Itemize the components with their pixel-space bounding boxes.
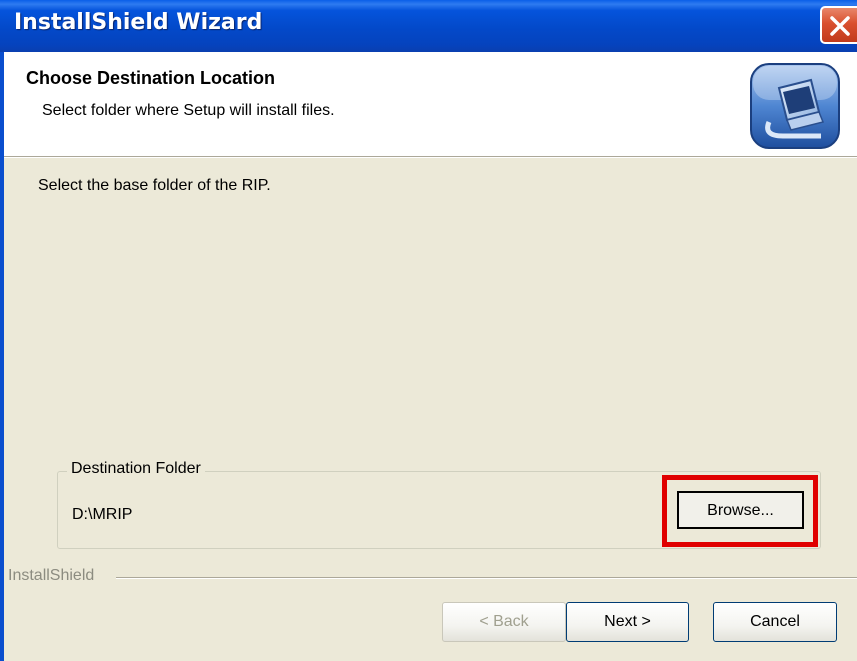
destination-path: D:\MRIP — [72, 506, 133, 523]
window-left-border — [0, 156, 4, 661]
header-panel: Choose Destination Location Select folde… — [0, 52, 857, 156]
installshield-brand: InstallShield — [8, 567, 101, 585]
title-bar[interactable]: InstallShield Wizard — [0, 0, 857, 52]
page-subtitle: Select folder where Setup will install f… — [42, 102, 335, 119]
computer-setup-icon — [750, 63, 840, 149]
browse-button[interactable]: Browse... — [677, 491, 804, 529]
next-button[interactable]: Next > — [566, 602, 689, 642]
destination-folder-legend: Destination Folder — [67, 460, 205, 478]
instruction-text: Select the base folder of the RIP. — [38, 177, 271, 194]
close-button[interactable] — [820, 6, 857, 44]
header-divider-highlight — [0, 157, 857, 158]
footer-divider-highlight — [116, 578, 857, 579]
back-button[interactable]: < Back — [442, 602, 566, 642]
page-title: Choose Destination Location — [26, 68, 276, 88]
window-title: InstallShield Wizard — [14, 10, 263, 35]
cancel-button[interactable]: Cancel — [713, 602, 837, 642]
close-icon — [830, 16, 850, 36]
